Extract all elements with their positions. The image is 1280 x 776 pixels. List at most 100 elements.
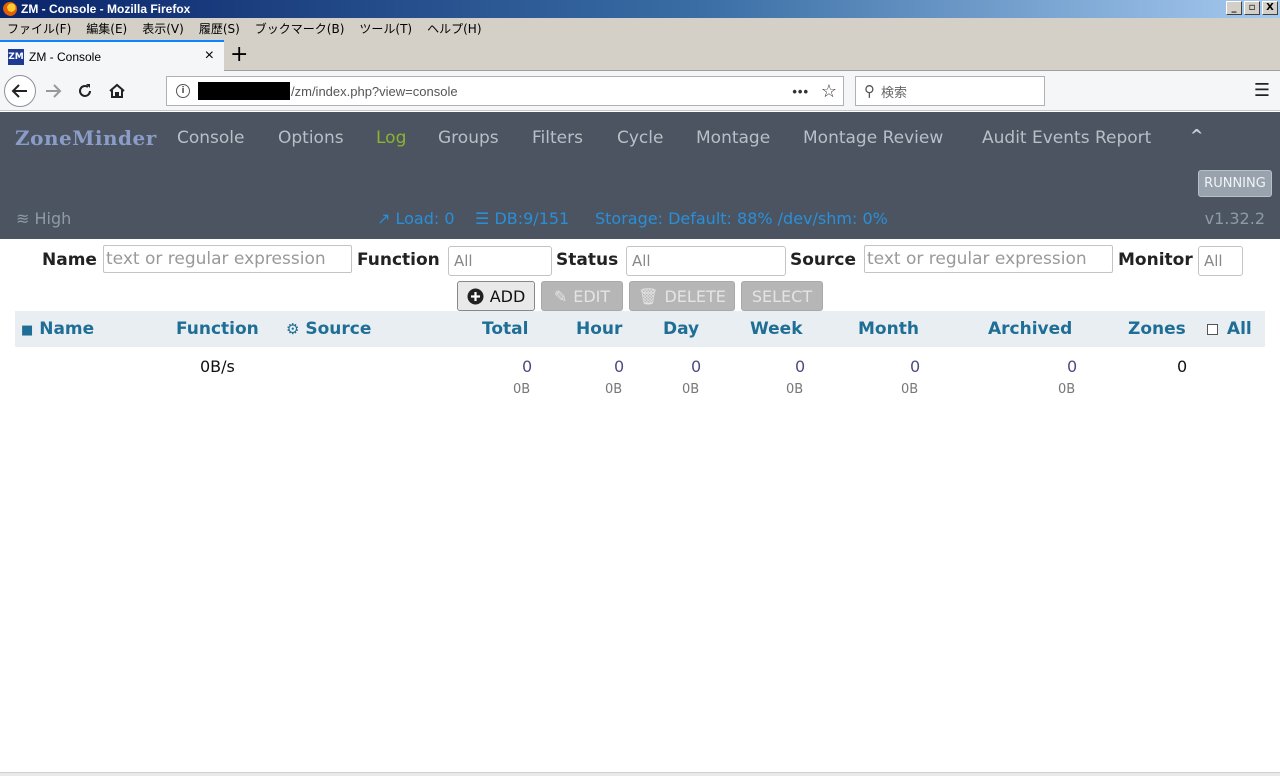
site-info-icon[interactable]: i <box>176 84 190 98</box>
function-filter-select[interactable]: All <box>448 246 552 276</box>
back-button[interactable] <box>4 75 36 107</box>
version-label: v1.32.2 <box>1204 209 1265 228</box>
th-function[interactable]: Function <box>176 319 259 339</box>
th-select-all[interactable]: All <box>1207 319 1252 339</box>
home-button[interactable] <box>102 76 132 106</box>
add-label: ADD <box>489 286 526 306</box>
monitor-filter-select[interactable]: All <box>1198 246 1243 276</box>
footer-day-count[interactable]: 0 <box>691 357 701 376</box>
footer-archived-size: 0B <box>1058 382 1076 397</box>
footer-total-size: 0B <box>513 382 531 397</box>
menu-help[interactable]: ヘルプ(H) <box>420 20 489 37</box>
zm-brand[interactable]: ZoneMinder <box>15 126 157 150</box>
delete-button[interactable]: 🗑 DELETE <box>629 281 735 311</box>
nav-console[interactable]: Console <box>177 128 245 148</box>
th-zones[interactable]: Zones <box>1128 319 1186 339</box>
footer-day-size: 0B <box>682 382 700 397</box>
window-title: ZM - Console - Mozilla Firefox <box>21 2 191 16</box>
name-filter-label: Name <box>42 250 97 270</box>
select-button[interactable]: SELECT <box>741 281 823 311</box>
forward-button[interactable] <box>38 76 68 106</box>
menu-tools[interactable]: ツール(T) <box>352 20 420 37</box>
th-total[interactable]: Total <box>482 319 528 339</box>
edit-label: EDIT <box>573 286 611 306</box>
nav-audit-events-report[interactable]: Audit Events Report <box>982 128 1151 148</box>
monitor-filter-label: Monitor <box>1118 250 1193 270</box>
menu-file[interactable]: ファイル(F) <box>0 20 79 37</box>
wifi-icon: ≋ <box>16 209 30 228</box>
database-icon: ☰ <box>475 209 490 228</box>
plus-circle-icon <box>467 288 484 304</box>
storage-indicator: Storage: Default: 88% /dev/shm: 0% <box>595 209 888 228</box>
bandwidth-label: High <box>34 209 72 228</box>
edit-icon: ✎ <box>553 286 568 306</box>
menu-view[interactable]: 表示(V) <box>135 20 192 37</box>
zm-header: ZoneMinder Console Options Log Groups Fi… <box>0 112 1280 239</box>
nav-montage-review[interactable]: Montage Review <box>803 128 943 148</box>
delete-label: DELETE <box>664 286 726 306</box>
search-icon: ⚲ <box>864 82 875 100</box>
footer-week-size: 0B <box>786 382 804 397</box>
nav-groups[interactable]: Groups <box>438 128 499 148</box>
footer-zones-count: 0 <box>1177 357 1188 376</box>
th-hour[interactable]: Hour <box>576 319 622 339</box>
page-actions-icon[interactable]: ••• <box>792 84 809 99</box>
window-bottom-edge <box>0 772 1280 776</box>
new-tab-button[interactable]: + <box>230 42 248 67</box>
nav-options[interactable]: Options <box>278 128 344 148</box>
source-filter-input[interactable]: text or regular expression <box>864 245 1113 273</box>
footer-archived-count[interactable]: 0 <box>1067 357 1077 376</box>
nav-montage[interactable]: Montage <box>696 128 770 148</box>
name-filter-input[interactable]: text or regular expression <box>103 245 352 273</box>
tab-strip: ZM ZM - Console × <box>0 38 1280 71</box>
footer-week-count[interactable]: 0 <box>795 357 805 376</box>
footer-month-count[interactable]: 0 <box>910 357 920 376</box>
navigation-bar: i /zm/index.php?view=console ••• ☆ ⚲ 検索 <box>0 71 1280 111</box>
bandwidth-indicator[interactable]: ≋ High <box>16 209 71 228</box>
restore-button[interactable]: ▫ <box>1244 1 1260 15</box>
home-icon <box>109 83 125 98</box>
status-filter-select[interactable]: All <box>626 246 786 276</box>
video-camera-icon: ■ <box>21 323 34 338</box>
menubar: ファイル(F) 編集(E) 表示(V) 履歴(S) ブックマーク(B) ツール(… <box>0 18 1280 38</box>
th-week[interactable]: Week <box>750 319 803 339</box>
th-day[interactable]: Day <box>663 319 699 339</box>
close-window-button[interactable]: X <box>1262 1 1278 15</box>
app-menu-icon[interactable]: ☰ <box>1254 80 1270 101</box>
nav-filters[interactable]: Filters <box>532 128 583 148</box>
edit-button[interactable]: ✎ EDIT <box>541 281 623 311</box>
menu-bookmarks[interactable]: ブックマーク(B) <box>248 20 353 37</box>
menu-history[interactable]: 履歴(S) <box>192 20 248 37</box>
window-titlebar: ZM - Console - Mozilla Firefox _ ▫ X <box>0 0 1280 18</box>
back-arrow-icon <box>11 84 27 98</box>
search-bar[interactable]: ⚲ 検索 <box>855 76 1045 106</box>
tab-close-icon[interactable]: × <box>205 47 214 65</box>
gear-icon: ⚙ <box>286 320 300 338</box>
th-archived[interactable]: Archived <box>988 319 1072 339</box>
footer-total-count[interactable]: 0 <box>522 357 532 376</box>
th-month[interactable]: Month <box>858 319 919 339</box>
load-label: Load: 0 <box>395 209 455 228</box>
nav-cycle[interactable]: Cycle <box>617 128 663 148</box>
nav-log[interactable]: Log <box>376 128 406 148</box>
url-bar[interactable]: i /zm/index.php?view=console ••• ☆ <box>166 76 844 106</box>
bookmark-star-icon[interactable]: ☆ <box>821 81 837 102</box>
reload-icon <box>79 84 91 97</box>
footer-hour-count[interactable]: 0 <box>614 357 624 376</box>
firefox-logo-icon <box>3 2 17 16</box>
menu-edit[interactable]: 編集(E) <box>79 20 135 37</box>
minimize-button[interactable]: _ <box>1226 1 1242 15</box>
footer-month-size: 0B <box>901 382 919 397</box>
tab-title: ZM - Console <box>29 49 102 64</box>
url-text: /zm/index.php?view=console <box>291 83 458 99</box>
select-all-checkbox[interactable] <box>1207 323 1218 335</box>
add-monitor-button[interactable]: ADD <box>457 281 535 311</box>
search-placeholder: 検索 <box>881 85 908 101</box>
collapse-chevron-up-icon[interactable]: ^ <box>1190 126 1203 145</box>
reload-button[interactable] <box>70 76 100 106</box>
th-source[interactable]: ⚙ Source <box>286 319 371 339</box>
tab-zm-console[interactable]: ZM ZM - Console × <box>0 40 224 71</box>
running-state-button[interactable]: RUNNING <box>1198 170 1272 197</box>
th-name[interactable]: ■ Name <box>21 319 94 339</box>
trash-icon: 🗑 <box>638 286 659 306</box>
